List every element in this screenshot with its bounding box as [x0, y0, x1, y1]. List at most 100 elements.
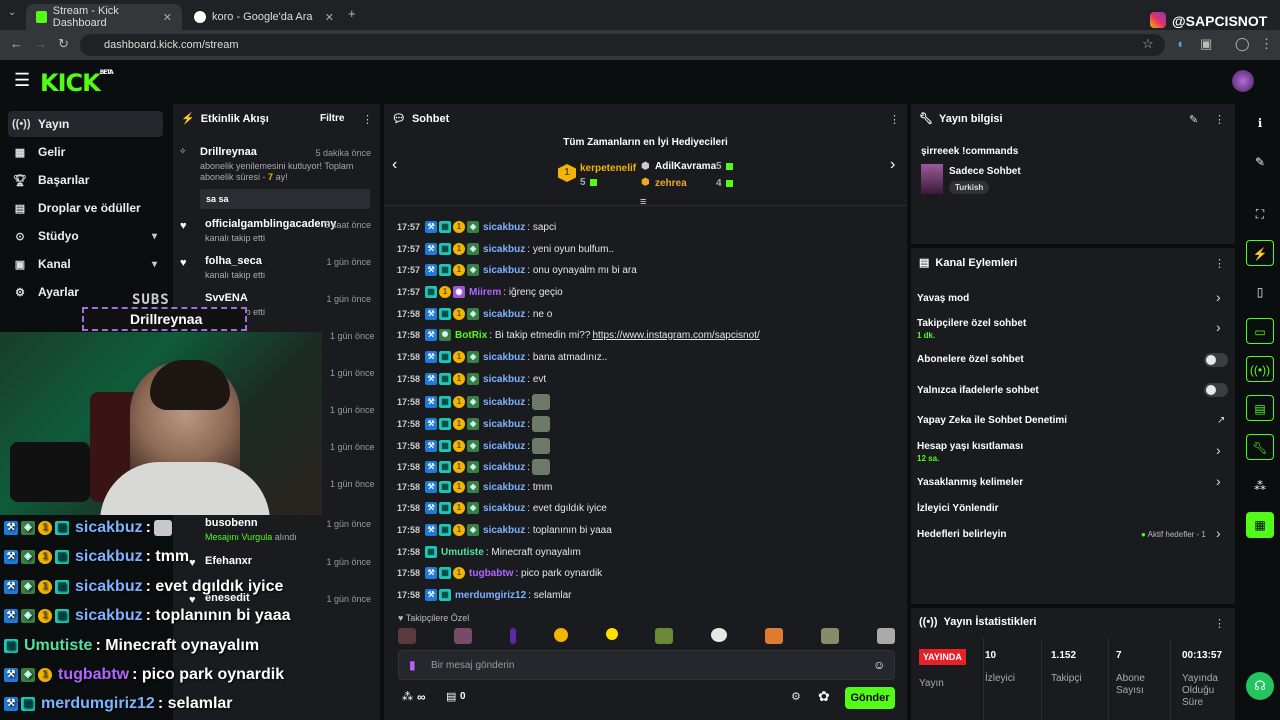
tab-google-search[interactable]: koro - Google'da Ara ✕ [184, 4, 344, 30]
close-tab-icon[interactable]: ✕ [163, 11, 172, 24]
action-raid[interactable]: İzleyici Yönlendir [917, 503, 999, 514]
chat-message[interactable]: 17:58 ⚒ ▦ 1 ◈ sicakbuz: [397, 394, 551, 410]
chevron-right-icon[interactable]: › [1216, 473, 1221, 489]
chat-message[interactable]: 17:57 ⚒ ▦ 1 ◈ sicakbuz: sapci [397, 221, 556, 233]
action-goals[interactable]: Hedefleri belirleyin [917, 529, 1006, 540]
profile-icon[interactable]: ◯ [1235, 36, 1250, 52]
nav-item-basarilar[interactable]: 🏆︎ Başarılar [8, 167, 163, 193]
action-ai-moderation[interactable]: Yapay Zeka ile Sohbet Denetimi [917, 415, 1067, 426]
nav-item-studyo[interactable]: ⊙ Stüdyo ▾ [8, 223, 163, 249]
activity-event[interactable]: ♥ officialgamblingacademy 3 saat önce ka… [180, 218, 371, 244]
chat-message[interactable]: 17:57 ⚒ ▦ 1 ◈ sicakbuz: onu oynayalm mı bi ar… [397, 264, 637, 276]
emote[interactable] [876, 628, 895, 644]
emote[interactable] [553, 628, 568, 642]
action-banned-words[interactable]: Yasaklanmış kelimeler [917, 477, 1023, 488]
message-username[interactable]: tugbabtw [469, 568, 513, 579]
activity-event[interactable]: ♥ Efehanxr 1 gün önce [181, 555, 371, 569]
chat-message[interactable]: 17:58 ⚒ ▦ 1 ◈ sicakbuz: evet dgıldık iyice [397, 502, 607, 514]
edit-pencil-icon[interactable]: ✎ [1189, 113, 1198, 126]
message-username[interactable]: sicakbuz [483, 503, 525, 514]
message-username[interactable]: sicakbuz [483, 352, 525, 363]
chat-message[interactable]: 17:58 ⚒ ▦ 1 ◈ sicakbuz: tmm [397, 481, 552, 493]
external-link-icon[interactable]: ↗ [1217, 415, 1225, 426]
fullscreen-icon[interactable]: ⛶ [1246, 201, 1274, 227]
more-options-icon[interactable]: ⋮ [1214, 617, 1225, 630]
subscribers-only-toggle[interactable] [1204, 353, 1228, 367]
chat-message[interactable]: 17:58 ⚒ ▦ merdumgiriz12: selamlar [397, 589, 572, 601]
wrench-icon[interactable]: 🔧︎ [1246, 434, 1274, 460]
message-username[interactable]: sicakbuz [483, 265, 525, 276]
chat-message[interactable]: 17:58 ⚒ ✺ BotRix: Bi takip etmedin mi?? htt… [397, 329, 760, 341]
extension-icon[interactable]: ◖ [1176, 36, 1184, 51]
action-slow-mode[interactable]: Yavaş mod [917, 293, 969, 304]
action-followers-only[interactable]: Takipçilere özel sohbet 1 dk. [917, 318, 1026, 340]
filter-button[interactable]: Filtre [320, 113, 344, 124]
reload-icon[interactable]: ↻ [58, 36, 69, 52]
back-icon[interactable]: ← [10, 36, 23, 51]
message-link[interactable]: https://www.instagram.com/sapcisnot/ [592, 330, 759, 341]
info-icon[interactable]: ℹ [1246, 110, 1274, 136]
gift-box-icon[interactable]: ▤ [446, 690, 456, 703]
message-username[interactable]: Umutiste [441, 547, 484, 558]
pin-icon[interactable]: ≡ [640, 196, 646, 208]
emote[interactable] [605, 628, 618, 640]
emote[interactable] [655, 628, 674, 644]
chevron-right-icon[interactable]: › [890, 156, 895, 174]
emote[interactable] [398, 628, 416, 644]
forward-icon[interactable]: → [34, 36, 47, 51]
close-tab-icon[interactable]: ✕ [325, 11, 334, 24]
chat-popout-icon[interactable]: ▦ [1246, 512, 1274, 538]
edit-icon[interactable]: ✎ [1246, 149, 1274, 175]
gifter-name[interactable]: zehrea [655, 178, 687, 189]
channel-points-icon[interactable]: ⁂ [402, 690, 413, 703]
send-button[interactable]: Gönder [845, 687, 895, 709]
gifter-name[interactable]: kerpetenelif [580, 163, 636, 174]
chat-message[interactable]: 17:58 ⚒ ▦ 1 ◈ sicakbuz: toplanının bi yaaa [397, 524, 612, 536]
emote-picker-icon[interactable]: ✿ [818, 688, 830, 705]
microphone-icon[interactable]: ▮ [409, 658, 416, 672]
chat-message[interactable]: 17:58 ⚒ ▦ 1 ◈ sicakbuz: [397, 438, 551, 454]
chevron-right-icon[interactable]: › [1216, 442, 1221, 458]
message-username[interactable]: Miirem [469, 287, 501, 298]
nav-item-kanal[interactable]: ▣ Kanal ▾ [8, 251, 163, 277]
chat-message[interactable]: 17:58 ⚒ ▦ 1 ◈ sicakbuz: bana atmadınız.. [397, 351, 607, 363]
more-options-icon[interactable]: ⋮ [362, 113, 373, 126]
tab-kick-dashboard[interactable]: Stream - Kick Dashboard ✕ [26, 4, 182, 30]
nav-item-droplar[interactable]: ▤ Droplar ve ödüller [8, 195, 163, 221]
chat-message[interactable]: 17:57 ⚒ ▦ 1 ◈ sicakbuz: yeni oyun bulfum.. [397, 243, 614, 255]
message-username[interactable]: sicakbuz [483, 309, 525, 320]
emote[interactable] [453, 628, 472, 644]
emote[interactable] [765, 628, 784, 644]
chevron-right-icon[interactable]: › [1216, 289, 1221, 305]
message-username[interactable]: BotRix [455, 330, 487, 341]
gifter-name[interactable]: AdilKavrama [655, 161, 716, 172]
chat-message[interactable]: 17:58 ⚒ ▦ 1 tugbabtw: pico park oynardik [397, 567, 602, 579]
nav-item-yayin[interactable]: ((•)) Yayın [8, 111, 163, 137]
message-username[interactable]: sicakbuz [483, 244, 525, 255]
url-input[interactable]: dashboard.kick.com/stream [80, 34, 1165, 56]
chat-settings-icon[interactable]: ⚙ [791, 690, 801, 703]
points-icon[interactable]: ⁂ [1246, 473, 1274, 499]
bookmark-star-icon[interactable]: ☆ [1142, 36, 1154, 52]
message-username[interactable]: sicakbuz [483, 482, 525, 493]
more-options-icon[interactable]: ⋮ [1214, 113, 1225, 126]
kick-logo[interactable]: KICKBETA [40, 69, 114, 97]
chat-message[interactable]: 17:57 ▦ 1 ◉ Miirem: iğrenç geçio [397, 286, 563, 298]
message-username[interactable]: sicakbuz [483, 462, 525, 473]
message-username[interactable]: sicakbuz [483, 441, 525, 452]
message-username[interactable]: sicakbuz [483, 397, 525, 408]
extensions-puzzle-icon[interactable]: ▣ [1200, 36, 1212, 52]
nav-item-gelir[interactable]: ▦ Gelir [8, 139, 163, 165]
tab-list-icon[interactable]: ⌄ [8, 7, 16, 18]
chat-message[interactable]: 17:58 ⚒ ▦ 1 ◈ sicakbuz: [397, 416, 551, 432]
chevron-right-icon[interactable]: › [1216, 319, 1221, 335]
message-username[interactable]: sicakbuz [483, 419, 525, 430]
chat-message[interactable]: 17:58 ⚒ ▦ 1 ◈ sicakbuz: ne o [397, 308, 552, 320]
chat-message[interactable]: 17:58 ▦ Umutiste: Minecraft oynayalım [397, 546, 581, 558]
chat-message[interactable]: 17:58 ⚒ ▦ 1 ◈ sicakbuz: evt [397, 373, 546, 385]
activity-event[interactable]: ♥ folha_seca 1 gün önce kanalı takip ett… [180, 255, 371, 281]
activity-event[interactable]: busobenn 1 gün önce Mesajını Vurgula alı… [181, 517, 371, 543]
user-avatar[interactable] [1232, 70, 1254, 92]
action-account-age[interactable]: Hesap yaşı kısıtlaması 12 sa. [917, 441, 1023, 463]
message-username[interactable]: sicakbuz [483, 374, 525, 385]
